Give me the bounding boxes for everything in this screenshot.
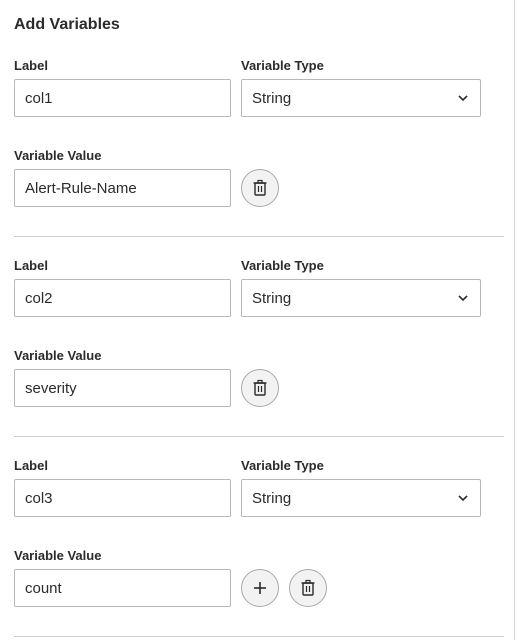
label-input-value: col3 <box>25 489 53 507</box>
variable-value-label: Variable Value <box>14 548 102 563</box>
variable-type-select[interactable]: String <box>241 479 481 517</box>
trash-icon <box>253 379 267 396</box>
group-divider <box>14 636 504 637</box>
label-input[interactable]: col1 <box>14 79 231 117</box>
trash-icon <box>301 579 315 596</box>
variable-group: Label col2 Variable Type String Variable… <box>0 200 515 407</box>
variable-value: count <box>25 579 62 597</box>
plus-icon <box>254 582 266 594</box>
label-input[interactable]: col3 <box>14 479 231 517</box>
label-input-value: col1 <box>25 89 53 107</box>
variable-type-label: Variable Type <box>241 258 324 273</box>
variable-type-value: String <box>252 89 292 107</box>
label-input[interactable]: col2 <box>14 279 231 317</box>
add-variable-button[interactable] <box>241 569 279 607</box>
label-input-value: col2 <box>25 289 53 307</box>
chevron-down-icon <box>456 491 470 505</box>
variable-value: severity <box>25 379 77 397</box>
variable-type-label: Variable Type <box>241 58 324 73</box>
chevron-down-icon <box>456 291 470 305</box>
label-field-label: Label <box>14 458 48 473</box>
variable-group: Label col3 Variable Type String Variable… <box>0 400 515 607</box>
variable-type-select[interactable]: String <box>241 79 481 117</box>
variable-group: Label col1 Variable Type String Variable… <box>0 0 515 207</box>
variable-value-label: Variable Value <box>14 148 102 163</box>
label-field-label: Label <box>14 58 48 73</box>
variable-value-label: Variable Value <box>14 348 102 363</box>
variable-type-value: String <box>252 289 292 307</box>
variable-type-label: Variable Type <box>241 458 324 473</box>
trash-icon <box>253 179 267 196</box>
add-variables-panel: Add Variables Label col1 Variable Type S… <box>0 0 515 640</box>
variable-value-input[interactable]: count <box>14 569 231 607</box>
delete-variable-button[interactable] <box>289 569 327 607</box>
variable-type-select[interactable]: String <box>241 279 481 317</box>
chevron-down-icon <box>456 91 470 105</box>
variable-type-value: String <box>252 489 292 507</box>
label-field-label: Label <box>14 258 48 273</box>
variable-value: Alert-Rule-Name <box>25 179 137 197</box>
